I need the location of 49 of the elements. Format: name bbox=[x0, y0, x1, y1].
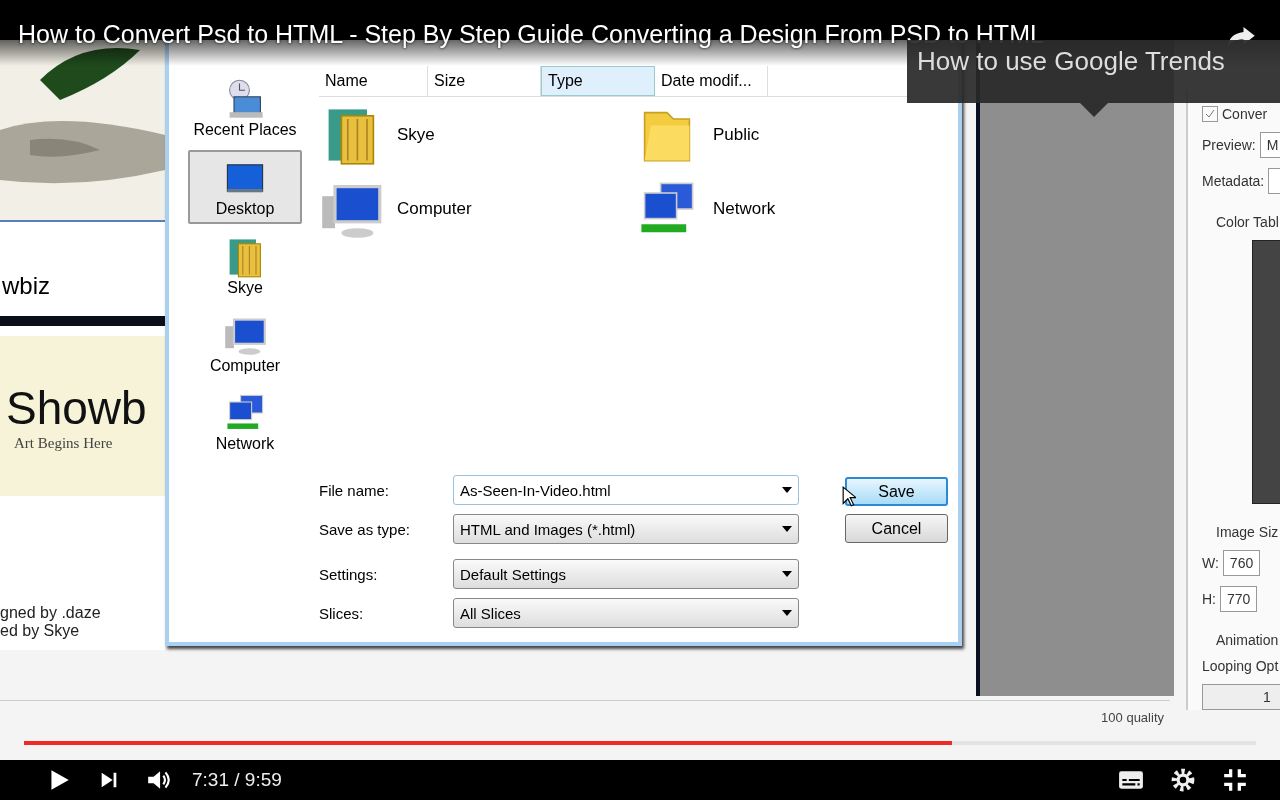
section-label: Color Tabl bbox=[1215, 214, 1280, 230]
field-label: Slices: bbox=[319, 604, 365, 622]
credit-line: ed by Skye bbox=[0, 622, 81, 640]
column-header[interactable]: Type bbox=[541, 66, 655, 96]
section-label: Animation bbox=[1215, 632, 1280, 648]
file-item[interactable]: Skye bbox=[319, 103, 635, 167]
column-header[interactable]: Date modif... bbox=[655, 66, 768, 96]
field-label: Settings: bbox=[319, 565, 379, 583]
credit-line: gned by .daze bbox=[0, 604, 102, 622]
settings-icon[interactable] bbox=[1170, 767, 1196, 793]
dialog-button[interactable]: Save bbox=[845, 477, 948, 506]
field-label: Preview: bbox=[1202, 137, 1256, 153]
status-text: 100 quality bbox=[1101, 709, 1165, 727]
checkbox-label: Conver bbox=[1222, 106, 1268, 122]
field-label: Save as type: bbox=[319, 520, 411, 538]
tooltip-pointer bbox=[1080, 103, 1108, 117]
place-item[interactable]: Skye bbox=[188, 230, 302, 302]
frame-button[interactable]: 1 bbox=[1202, 684, 1280, 710]
section-label: Image Siz bbox=[1215, 524, 1280, 540]
file-item[interactable]: Public bbox=[635, 103, 835, 167]
file-name-field[interactable]: As-Seen-In-Video.html bbox=[453, 475, 799, 505]
field-label: H: bbox=[1202, 591, 1216, 607]
preview-field[interactable]: M bbox=[1259, 132, 1280, 158]
field-label: Metadata: bbox=[1202, 173, 1265, 189]
place-item[interactable]: Desktop bbox=[188, 150, 302, 224]
height-field[interactable]: 770 bbox=[1220, 586, 1258, 612]
place-item[interactable]: Network bbox=[188, 386, 302, 458]
progress-bar[interactable] bbox=[24, 741, 1256, 745]
dialog-button[interactable]: Cancel bbox=[845, 514, 948, 543]
tagline: Art Begins Here bbox=[14, 434, 114, 452]
place-item[interactable]: Computer bbox=[188, 308, 302, 380]
file-item[interactable]: Computer bbox=[319, 177, 635, 241]
end-card-tooltip[interactable]: How to use Google Trends bbox=[907, 40, 1280, 103]
file-item[interactable]: Network bbox=[635, 177, 835, 241]
column-header[interactable]: Name bbox=[319, 66, 428, 96]
checkbox[interactable] bbox=[1202, 106, 1218, 122]
dropdown[interactable]: Default Settings bbox=[453, 559, 799, 589]
width-field[interactable]: 760 bbox=[1222, 550, 1261, 576]
dropdown[interactable]: HTML and Images (*.html) bbox=[453, 514, 799, 544]
field-label: W: bbox=[1202, 555, 1219, 571]
exit-fullscreen-icon[interactable] bbox=[1222, 767, 1248, 793]
logo-text: Showb bbox=[6, 380, 148, 435]
field-label: File name: bbox=[319, 481, 391, 499]
field-label: Looping Opt bbox=[1202, 658, 1279, 674]
dropdown[interactable]: All Slices bbox=[453, 598, 799, 628]
checkmark-icon bbox=[1205, 109, 1215, 119]
place-item[interactable]: Recent Places bbox=[188, 72, 302, 144]
cursor-icon bbox=[842, 486, 856, 507]
time-display: 7:31 / 9:59 bbox=[192, 769, 282, 791]
